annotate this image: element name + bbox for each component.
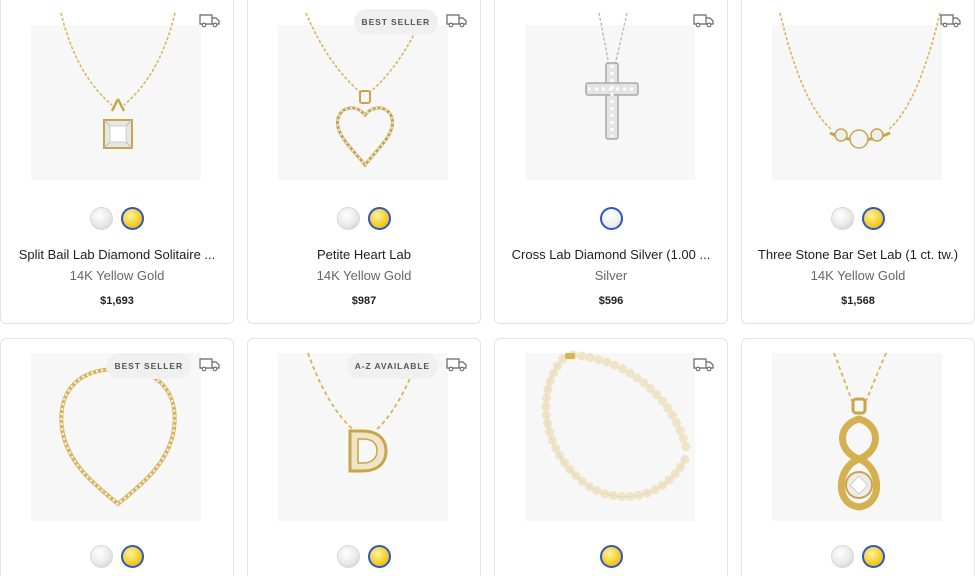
white-gold-swatch[interactable] [90,545,113,568]
yellow-gold-swatch[interactable] [368,545,391,568]
product-metal: 14K Yellow Gold [69,268,165,283]
product-image[interactable] [742,0,974,190]
product-card[interactable]: BEST SELLER Petite Heart Lab 14K Yellow … [247,0,481,324]
metal-swatches [742,207,974,230]
product-card[interactable]: BEST SELLER [0,338,234,576]
metal-swatches [742,545,974,568]
white-gold-swatch[interactable] [90,207,113,230]
product-title[interactable]: Cross Lab Diamond Silver (1.00 ... [505,247,717,262]
truck-icon [446,14,467,28]
product-metal: Silver [594,268,628,283]
product-image[interactable] [742,339,974,529]
truck-icon [446,358,467,372]
yellow-gold-swatch[interactable] [862,545,885,568]
white-gold-swatch[interactable] [831,545,854,568]
product-title[interactable]: Split Bail Lab Diamond Solitaire ... [11,247,223,262]
metal-swatches [1,207,233,230]
silver-swatch[interactable] [599,207,623,230]
cross-pendant-image [525,12,695,180]
yellow-gold-swatch[interactable] [599,545,623,568]
yellow-gold-swatch[interactable] [368,207,391,230]
best-seller-badge: BEST SELLER [106,353,191,379]
three-stone-necklace-image [772,12,942,180]
product-card[interactable]: A-Z AVAILABLE [247,338,481,576]
product-image[interactable] [1,0,233,190]
metal-swatches [248,545,480,568]
metal-swatches [1,545,233,568]
product-grid: Split Bail Lab Diamond Solitaire ... 14K… [0,0,975,576]
white-gold-swatch[interactable] [831,207,854,230]
product-price: $1,693 [100,295,134,307]
product-price: $596 [598,295,624,307]
solitaire-pendant-image [31,12,201,180]
a-z-available-badge: A-Z AVAILABLE [346,353,438,379]
best-seller-badge: BEST SELLER [353,9,438,35]
yellow-gold-swatch[interactable] [121,545,144,568]
product-metal: 14K Yellow Gold [316,268,412,283]
metal-swatches [495,207,727,230]
truck-icon [199,358,220,372]
infinity-knot-pendant-image [772,352,942,521]
product-card[interactable]: Cross Lab Diamond Silver (1.00 ... Silve… [494,0,728,324]
product-title[interactable]: Petite Heart Lab [258,247,470,262]
white-gold-swatch[interactable] [337,545,360,568]
product-card[interactable] [494,338,728,576]
product-price: $1,568 [841,295,875,307]
truck-icon [940,14,961,28]
product-card[interactable]: Three Stone Bar Set Lab (1 ct. tw.) 14K … [741,0,975,324]
white-gold-swatch[interactable] [337,207,360,230]
product-metal: 14K Yellow Gold [810,268,906,283]
truck-icon [199,14,220,28]
product-image[interactable] [495,0,727,190]
product-card[interactable]: Split Bail Lab Diamond Solitaire ... 14K… [0,0,234,324]
yellow-gold-swatch[interactable] [121,207,144,230]
truck-icon [693,14,714,28]
yellow-gold-swatch[interactable] [862,207,885,230]
product-price: $987 [351,295,377,307]
metal-swatches [495,545,727,568]
product-card[interactable] [741,338,975,576]
product-title[interactable]: Three Stone Bar Set Lab (1 ct. tw.) [752,247,964,262]
metal-swatches [248,207,480,230]
truck-icon [693,358,714,372]
